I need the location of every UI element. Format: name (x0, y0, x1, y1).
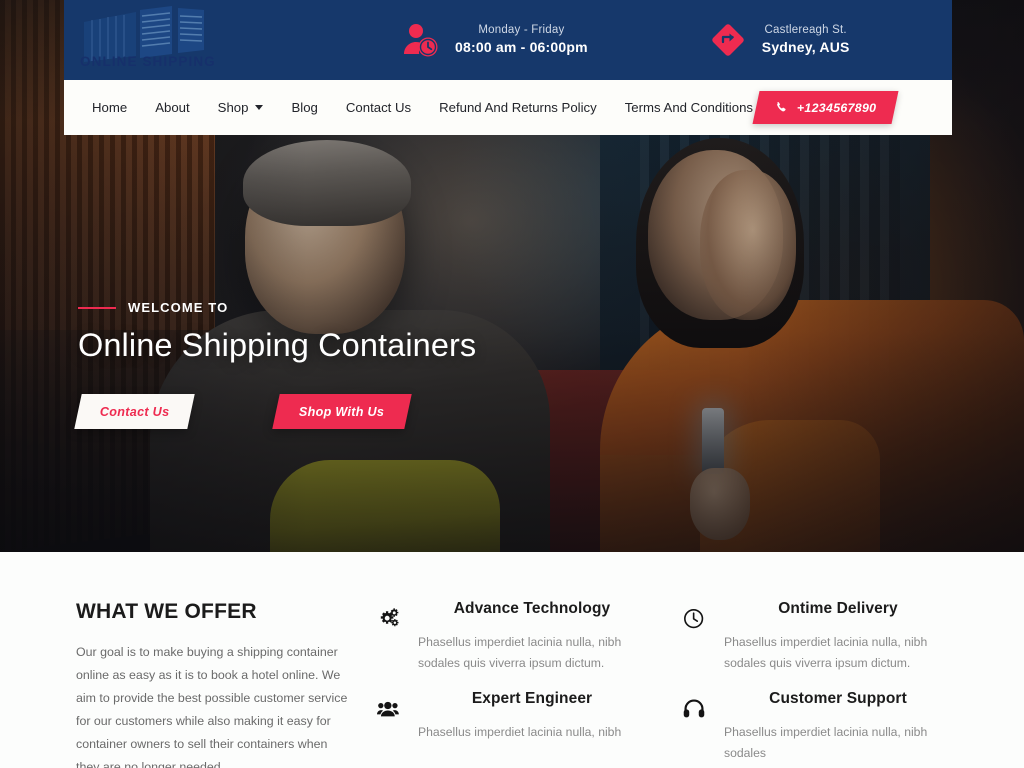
clock-icon (684, 609, 704, 629)
nav-item-home[interactable]: Home (78, 100, 141, 115)
nav-label: Contact Us (345, 100, 412, 115)
nav-item-blog[interactable]: Blog (277, 100, 331, 115)
cogs-icon (380, 608, 399, 627)
feature-card-expert-engineer: Expert Engineer Phasellus imperdiet laci… (374, 690, 646, 768)
feature-title: Advance Technology (453, 600, 611, 617)
feature-title: Expert Engineer (471, 689, 593, 707)
hero-contact-us-button[interactable]: Contact Us (74, 394, 195, 429)
offer-paragraph: Our goal is to make buying a shipping co… (76, 645, 348, 768)
phone-icon (776, 102, 786, 112)
header-hours: Monday - Friday 08:00 am - 06:00pm (401, 20, 588, 60)
feature-text: Phasellus imperdiet lacinia nulla, nibh … (418, 635, 622, 670)
nav-label: Shop (217, 100, 249, 115)
feature-card-customer-support: Customer Support Phasellus imperdiet lac… (680, 690, 952, 768)
feature-text: Phasellus imperdiet lacinia nulla, nibh (418, 724, 622, 739)
feature-card-ontime-delivery: Ontime Delivery Phasellus imperdiet laci… (680, 600, 952, 690)
feature-cards: Advance Technology Phasellus imperdiet l… (374, 600, 952, 768)
nav-label: About (155, 100, 190, 115)
site-header: ONLINE SHIPPING Monday - Friday 08:00 am… (64, 0, 952, 135)
what-we-offer-section: WHAT WE OFFER Our goal is to make buying… (0, 552, 1024, 768)
hero-button-label: Shop With Us (299, 404, 385, 419)
hero-eyebrow-text: WELCOME TO (128, 300, 229, 315)
feature-title: Customer Support (769, 689, 907, 707)
page-root: ONLINE SHIPPING Monday - Friday 08:00 am… (0, 0, 1024, 768)
offer-heading: WHAT WE OFFER (76, 600, 257, 623)
chevron-down-icon (255, 105, 264, 110)
location-label: Castlereagh St. (764, 23, 847, 36)
feature-title: Ontime Delivery (778, 600, 898, 617)
offer-intro: WHAT WE OFFER Our goal is to make buying… (76, 600, 366, 768)
site-logo[interactable]: ONLINE SHIPPING (76, 4, 226, 76)
phone-number-label: +1234567890 (796, 100, 876, 115)
hours-label: Monday - Friday (478, 23, 565, 36)
hero-shop-with-us-button[interactable]: Shop With Us (272, 394, 412, 429)
user-clock-icon (404, 24, 438, 57)
feature-card-advance-technology: Advance Technology Phasellus imperdiet l… (374, 600, 646, 690)
feature-text: Phasellus imperdiet lacinia nulla, nibh … (724, 724, 928, 760)
logo-text: ONLINE SHIPPING (80, 54, 216, 69)
nav-item-terms-and-conditions[interactable]: Terms And Conditions (611, 100, 767, 115)
nav-label: Home (92, 100, 128, 115)
location-value: Sydney, AUS (761, 39, 850, 56)
hero-title: Online Shipping Containers (78, 327, 477, 363)
users-group-icon (377, 701, 399, 717)
hero-button-label: Contact Us (99, 404, 170, 419)
header-phone-button[interactable]: +1234567890 (752, 91, 899, 124)
hours-value: 08:00 am - 06:00pm (455, 39, 588, 56)
logo-wordmark: ONLINE SHIPPING (80, 54, 216, 69)
nav-item-about[interactable]: About (141, 100, 203, 115)
hero-buttons: Contact Us Shop With Us (74, 394, 698, 429)
feature-text: Phasellus imperdiet lacinia nulla, nibh … (724, 635, 928, 670)
hero-eyebrow: WELCOME TO (78, 300, 698, 315)
nav-label: Blog (291, 100, 318, 115)
nav-label: Terms And Conditions (624, 100, 753, 115)
headphones-icon (683, 699, 705, 718)
accent-line (78, 306, 116, 309)
hero-content: WELCOME TO Online Shipping Containers Co… (74, 300, 698, 429)
header-topbar: ONLINE SHIPPING Monday - Friday 08:00 am… (64, 0, 952, 80)
nav-label: Refund And Returns Policy (439, 100, 597, 115)
directions-diamond-icon (712, 24, 744, 56)
nav-item-contact-us[interactable]: Contact Us (332, 100, 425, 115)
nav-item-refund-and-returns-policy[interactable]: Refund And Returns Policy (425, 100, 611, 115)
header-location: Castlereagh St. Sydney, AUS (708, 20, 850, 60)
main-navigation: Home About Shop Blog Contact Us Refund A… (64, 80, 952, 135)
nav-item-shop[interactable]: Shop (204, 100, 278, 115)
